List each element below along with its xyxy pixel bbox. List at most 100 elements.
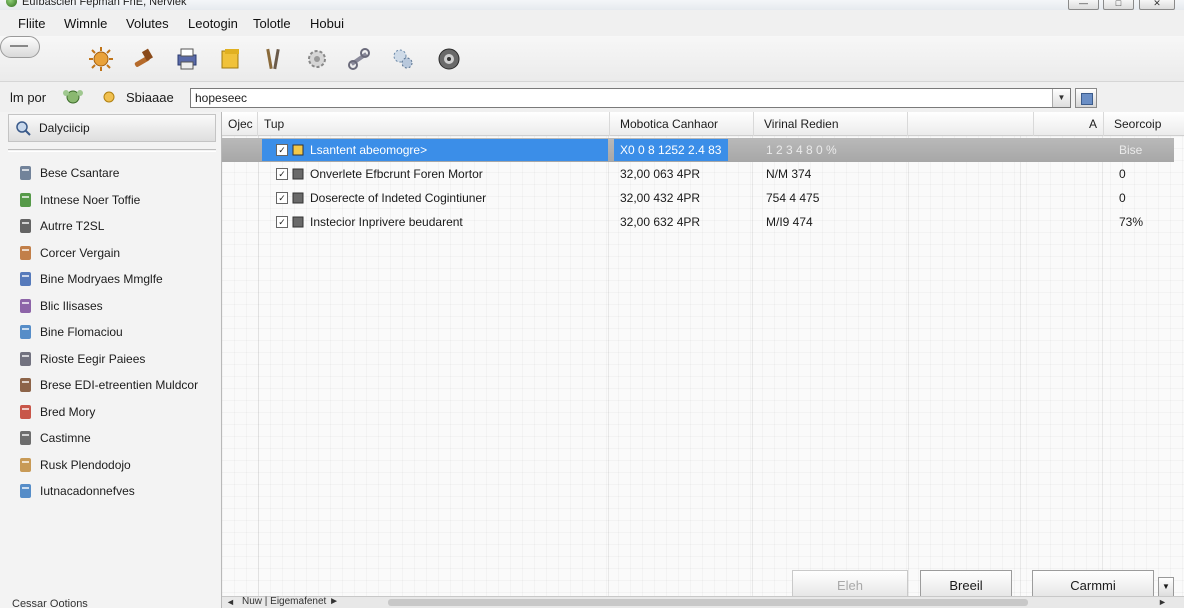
table-row[interactable]: ✓ Doserecte of Indeted Cogintiuner 32,00 4… [222, 186, 1174, 210]
pill-icon[interactable] [0, 36, 40, 58]
puzzle-icon [18, 271, 34, 287]
scope-label: Sbiaaae [126, 90, 174, 105]
sidebar-item[interactable]: Corcer Vergain [14, 242, 214, 264]
gear-icon[interactable] [302, 44, 332, 74]
sidebar-item-label: Bese Csantare [40, 166, 120, 180]
row-checkbox[interactable]: ✓ [276, 216, 288, 228]
column-mobotica[interactable]: Mobotica Canhaor [610, 112, 754, 136]
cog-cluster-icon[interactable] [388, 44, 418, 74]
file-list[interactable]: Ojec Tup Mobotica Canhaor Virinal Redien… [222, 112, 1184, 596]
window-title: Eufbasclen Fepman FnE, Nerviek [22, 0, 187, 8]
search-icon [16, 121, 31, 136]
wrench-icon[interactable] [344, 44, 374, 74]
tools-icon[interactable] [258, 44, 288, 74]
folder-icon[interactable] [216, 44, 246, 74]
address-label: lm por [10, 90, 47, 105]
person-icon [18, 430, 34, 446]
sidebar-header-label: Dalyciicip [39, 121, 90, 135]
status-text: Nuw | Eigemafenet ► [242, 596, 339, 607]
sidebar-header[interactable]: Dalyciicip [8, 114, 216, 142]
sun-icon[interactable] [98, 87, 120, 107]
sidebar: Dalyciicip Bese Csantare Intnese Noer Tof… [0, 112, 222, 608]
sidebar-item-label: Rioste Eegir Paiees [40, 351, 146, 366]
sidebar-item-label: Blic Ilisases [40, 298, 103, 313]
column-seorcoip[interactable]: Seorcoip [1104, 112, 1184, 136]
package-icon [292, 216, 304, 228]
sidebar-item[interactable]: Rioste Eegir Paiees [14, 348, 214, 370]
row-seorcoip: 0 [1119, 167, 1126, 181]
column-virtual[interactable]: Virinal Redien [754, 112, 908, 136]
sidebar-item[interactable]: Castimne [14, 427, 214, 449]
chevron-down-icon[interactable]: ▼ [1052, 89, 1070, 107]
sidebar-item[interactable]: Bine Flomaciou [14, 321, 214, 343]
sidebar-footer[interactable]: Cessar Ootions [12, 598, 88, 608]
horizontal-scrollbar[interactable]: ◄ Nuw | Eigemafenet ► ► [222, 596, 1184, 608]
monitor-icon [18, 351, 34, 367]
row-seorcoip: 0 [1119, 191, 1126, 205]
column-headers: Ojec Tup Mobotica Canhaor Virinal Redien… [222, 112, 1184, 136]
row-checkbox[interactable]: ✓ [276, 168, 288, 180]
table-row[interactable]: ✓ Instecior Inprivere beudarent 32,00 632 … [222, 210, 1174, 234]
menu-window[interactable]: Wimnle [64, 16, 107, 31]
menu-volumes[interactable]: Volutes [126, 16, 169, 31]
row-seorcoip: 73% [1119, 215, 1144, 229]
row-virtual: M/I9 474 [766, 215, 813, 229]
sidebar-item-label: Bred Mory [40, 404, 96, 419]
sidebar-item[interactable]: Bese Csantare [14, 162, 214, 184]
sidebar-item[interactable]: Intnese Noer Toffie [14, 189, 214, 211]
sun-gear-icon[interactable] [86, 44, 116, 74]
close-button[interactable]: ✕ [1139, 0, 1175, 10]
column-object[interactable]: Ojec [222, 112, 258, 136]
scroll-thumb[interactable] [388, 599, 1028, 606]
sidebar-item[interactable]: Bine Modryaes Mmglfe [14, 268, 214, 290]
sidebar-item[interactable]: Blic Ilisases [14, 295, 214, 317]
user-icon [18, 298, 34, 314]
sidebar-item-label: Corcer Vergain [40, 245, 121, 260]
row-checkbox[interactable]: ✓ [276, 192, 288, 204]
maximize-button[interactable]: □ [1103, 0, 1134, 10]
column-blank[interactable] [908, 112, 1034, 136]
menu-bar: Fliite Wimnle Volutes Leotogin Tolotle H… [0, 12, 1184, 36]
page-icon [18, 483, 34, 499]
menu-login[interactable]: Leotogin [188, 16, 238, 31]
tree-icon[interactable] [60, 87, 86, 107]
bottle-icon [18, 245, 34, 261]
address-input[interactable] [190, 88, 1071, 108]
row-mobotica: 32,00 432 4PR [620, 191, 701, 205]
column-type[interactable]: Tup [258, 112, 610, 136]
sidebar-item[interactable]: Brese EDI-etreentien Muldcor [14, 374, 214, 396]
hand-icon [18, 457, 34, 473]
row-name: Doserecte of Indeted Cogintiuner [310, 191, 487, 205]
menu-tools[interactable]: Tolotle [253, 16, 291, 31]
sidebar-item-label: Autrre T2SL [40, 219, 105, 233]
database-icon [18, 218, 34, 234]
title-bar: Eufbasclen Fepman FnE, Nerviek — □ ✕ [0, 0, 1184, 10]
minimize-button[interactable]: — [1068, 0, 1099, 10]
chevron-down-icon[interactable]: ▼ [1158, 577, 1174, 597]
package-icon [292, 168, 304, 180]
address-bar: lm por Sbiaaae ▼ [0, 84, 1184, 112]
scroll-left-icon[interactable]: ◄ [226, 597, 235, 607]
table-row[interactable]: ✓ Onverlete Efbcrunt Foren Mortor 32,00 06… [222, 162, 1174, 186]
disc-icon[interactable] [434, 44, 464, 74]
column-a[interactable]: A [1034, 112, 1104, 136]
menu-file[interactable]: Fliite [18, 16, 45, 31]
sidebar-item-label: Castimne [40, 431, 91, 445]
go-button[interactable] [1075, 88, 1097, 108]
sidebar-divider [8, 149, 216, 152]
hammer-icon[interactable] [128, 44, 158, 74]
sidebar-item-label: Iutnacadonnefves [40, 484, 135, 498]
row-checkbox[interactable]: ✓ [276, 144, 288, 156]
sidebar-item[interactable]: Bred Mory [14, 401, 214, 423]
sidebar-item[interactable]: Rusk Plendodojo [14, 454, 214, 476]
sidebar-item[interactable]: Iutnacadonnefves [14, 480, 214, 502]
printer-icon[interactable] [172, 44, 202, 74]
table-row[interactable]: ✓ Lsantent abeomogre> X0 0 8 1252 2.4 83 1 … [222, 138, 1174, 162]
row-virtual: 754 4 475 [766, 191, 820, 205]
sidebar-item[interactable]: Autrre T2SL [14, 215, 214, 237]
sidebar-item-label: Brese EDI-etreentien Muldcor [40, 378, 199, 392]
row-virtual: 1 2 3 4 8 0 % [766, 143, 837, 157]
menu-help[interactable]: Hobui [310, 16, 344, 31]
document-icon [18, 165, 34, 181]
scroll-right-icon[interactable]: ► [1158, 597, 1167, 607]
